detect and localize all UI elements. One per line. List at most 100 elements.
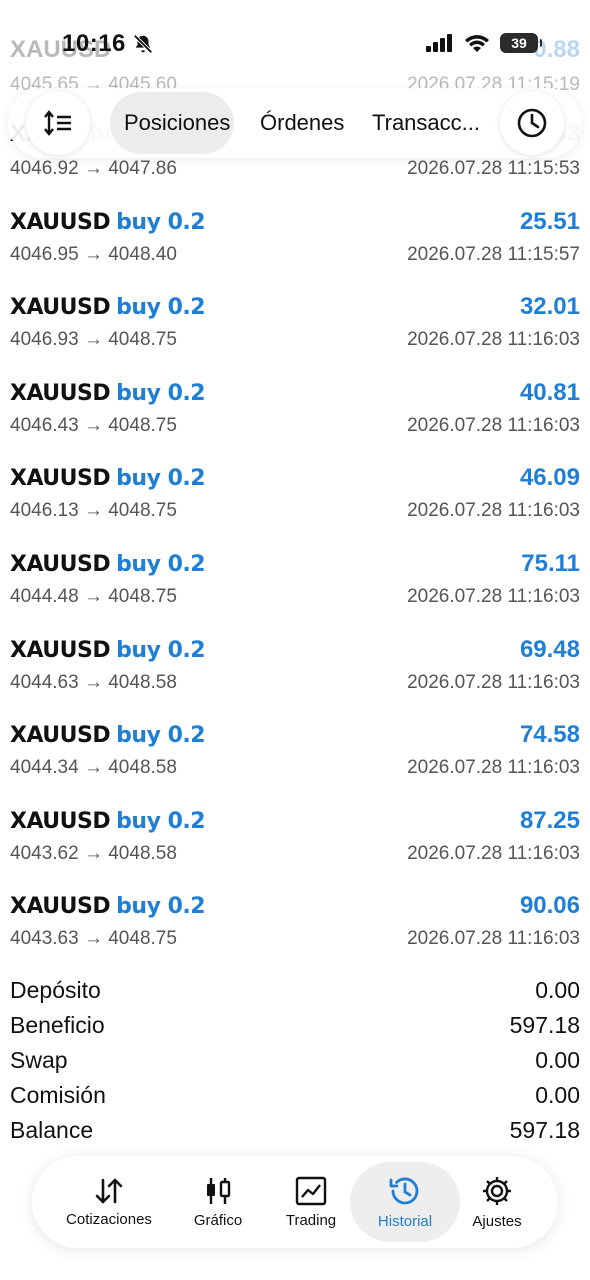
summary-label: Comisión [10, 1082, 106, 1108]
status-indicators: 39 [426, 33, 542, 53]
trade-side: buy 0.2 [116, 551, 206, 577]
trend-chart-icon [295, 1176, 327, 1205]
trade-prices: 4046.43 → 4048.75 [10, 414, 177, 436]
trade-time: 2026.07.28 11:16:03 [407, 928, 580, 950]
summary-label: Beneficio [10, 1012, 105, 1038]
nav-label: Ajustes [472, 1212, 522, 1230]
nav-trading[interactable]: Trading [272, 1156, 350, 1248]
trade-row[interactable]: 4046.92 → 4047.86 2026.07.28 11:15:53 [0, 114, 590, 200]
nav-quotes[interactable]: Cotizaciones [54, 1156, 164, 1248]
trade-symbol: XAUUSD [10, 894, 111, 920]
trade-symbol: XAUUSD [10, 466, 111, 492]
summary-balance: Balance 597.18 [0, 1115, 590, 1150]
trade-profit: 90.06 [519, 892, 580, 920]
trade-prices: 4046.13 → 4048.75 [10, 500, 177, 522]
summary-label: Depósito [10, 977, 101, 1003]
trade-side: buy 0.2 [116, 894, 206, 920]
trade-time: 2026.07.28 11:15:53 [407, 158, 580, 179]
trade-row[interactable]: XAUUSD buy 0.2 69.48 4044.63 → 4048.58 20… [0, 628, 590, 714]
trade-profit: 25.51 [519, 207, 580, 235]
trade-profit: 87.25 [519, 806, 580, 834]
nav-label: Historial [377, 1212, 433, 1230]
trade-side: buy 0.2 [116, 723, 206, 749]
trade-symbol-line: XAUUSD buy 0.2 [10, 807, 206, 835]
trade-symbol: XAUUSD [10, 723, 111, 749]
trade-symbol-line: XAUUSD buy 0.2 [10, 636, 206, 664]
trade-symbol-line: XAUUSD buy 0.2 [10, 464, 206, 492]
summary-deposit: Depósito 0.00 [0, 975, 590, 1010]
summary-label: Swap [10, 1047, 68, 1073]
nav-chart[interactable]: Gráfico [180, 1156, 256, 1248]
summary: Depósito 0.00 Beneficio 597.18 Swap 0.00… [0, 975, 590, 1150]
trade-symbol: XAUUSD [10, 209, 111, 235]
summary-value: 597.18 [509, 1117, 580, 1143]
trade-time: 2026.07.28 11:16:03 [407, 414, 580, 436]
trade-side: buy 0.2 [116, 295, 206, 321]
trade-symbol-line: XAUUSD buy 0.2 [10, 550, 206, 578]
trade-side: buy 0.2 [116, 209, 206, 235]
trade-symbol: XAUUSD [10, 380, 111, 406]
trade-prices: 4046.92 → 4047.86 [10, 158, 177, 179]
trade-row[interactable]: XAUUSD buy 0.2 90.06 4043.63 → 4048.75 20… [0, 884, 590, 970]
nav-label: Trading [285, 1211, 337, 1229]
trade-time: 2026.07.28 11:16:03 [407, 500, 580, 522]
trade-row[interactable]: XAUUSD buy 0.2 87.25 4043.62 → 4048.58 20… [0, 799, 590, 885]
wifi-icon [465, 35, 489, 52]
trade-prices: 4043.62 → 4048.58 [10, 842, 177, 864]
trade-profit: 32.01 [519, 293, 580, 321]
summary-value: 0.00 [535, 1047, 580, 1073]
summary-value: 0.00 [535, 977, 580, 1003]
battery-icon: 39 [500, 33, 542, 53]
trade-row[interactable]: XAUUSD buy 0.2 75.11 4044.48 → 4048.75 20… [0, 542, 590, 628]
summary-value: 597.18 [509, 1012, 580, 1038]
trade-row[interactable]: XAUUSD buy 0.2 46.09 4046.13 → 4048.75 20… [0, 456, 590, 542]
trade-time: 2026.07.28 11:16:03 [407, 671, 580, 693]
signal-icon [426, 34, 452, 52]
trade-time: 2026.07.28 11:16:03 [407, 329, 580, 351]
trade-symbol-line: XAUUSD buy 0.2 [10, 721, 206, 749]
trade-symbol-line: XAUUSD buy 0.2 [10, 208, 206, 236]
trade-time: 2026.07.28 11:16:03 [407, 757, 580, 779]
summary-swap: Swap 0.00 [0, 1045, 590, 1080]
candlestick-icon [207, 1177, 231, 1204]
trade-time: 2026.07.28 11:16:03 [407, 585, 580, 607]
trade-side: buy 0.2 [116, 637, 206, 663]
trade-prices: 4044.34 → 4048.58 [10, 757, 177, 779]
nav-history[interactable]: Historial [350, 1162, 460, 1242]
trade-symbol-line: XAUUSD buy 0.2 [10, 892, 206, 920]
status-bar: 10:16 39 [0, 0, 590, 90]
trade-row[interactable]: XAUUSD buy 0.2 40.81 4046.43 → 4048.75 20… [0, 371, 590, 457]
trade-side: buy 0.2 [116, 466, 206, 492]
trade-side: buy 0.2 [116, 380, 206, 406]
trade-prices: 4043.63 → 4048.75 [10, 928, 177, 950]
bell-off-icon [133, 34, 153, 54]
summary-profit: Beneficio 597.18 [0, 1010, 590, 1045]
trade-list: 4046.92 → 4047.86 2026.07.28 11:15:53 XA… [0, 114, 590, 970]
trade-row[interactable]: XAUUSD buy 0.2 74.58 4044.34 → 4048.58 20… [0, 713, 590, 799]
battery-level: 39 [511, 35, 527, 51]
trade-profit: 40.81 [519, 378, 580, 406]
trade-profit: 74.58 [519, 721, 580, 749]
trade-time: 2026.07.28 11:16:03 [407, 842, 580, 864]
trade-profit: 46.09 [519, 464, 580, 492]
status-time: 10:16 [62, 30, 126, 57]
trade-side: buy 0.2 [116, 808, 206, 834]
trade-prices: 4046.93 → 4048.75 [10, 329, 177, 351]
trade-row[interactable]: XAUUSD buy 0.2 25.51 4046.95 → 4048.40 20… [0, 200, 590, 286]
trade-symbol-line: XAUUSD buy 0.2 [10, 379, 206, 407]
trade-symbol-line: XAUUSD buy 0.2 [10, 293, 206, 321]
nav-label: Cotizaciones [66, 1210, 152, 1228]
summary-commission: Comisión 0.00 [0, 1080, 590, 1115]
trade-symbol-line [10, 122, 16, 150]
trade-row[interactable]: XAUUSD buy 0.2 32.01 4046.93 → 4048.75 20… [0, 285, 590, 371]
trade-symbol: XAUUSD [10, 808, 111, 834]
nav-settings[interactable]: Ajustes [464, 1156, 530, 1248]
bottom-nav: Cotizaciones Gráfico Trading Historial A… [32, 1156, 558, 1248]
summary-label: Balance [10, 1117, 94, 1143]
history-icon [389, 1177, 419, 1204]
trade-symbol: XAUUSD [10, 295, 111, 321]
arrows-up-down-icon [95, 1178, 123, 1203]
trade-prices: 4044.63 → 4048.58 [10, 671, 177, 693]
summary-value: 0.00 [535, 1082, 580, 1108]
trade-profit: 75.11 [521, 549, 580, 577]
